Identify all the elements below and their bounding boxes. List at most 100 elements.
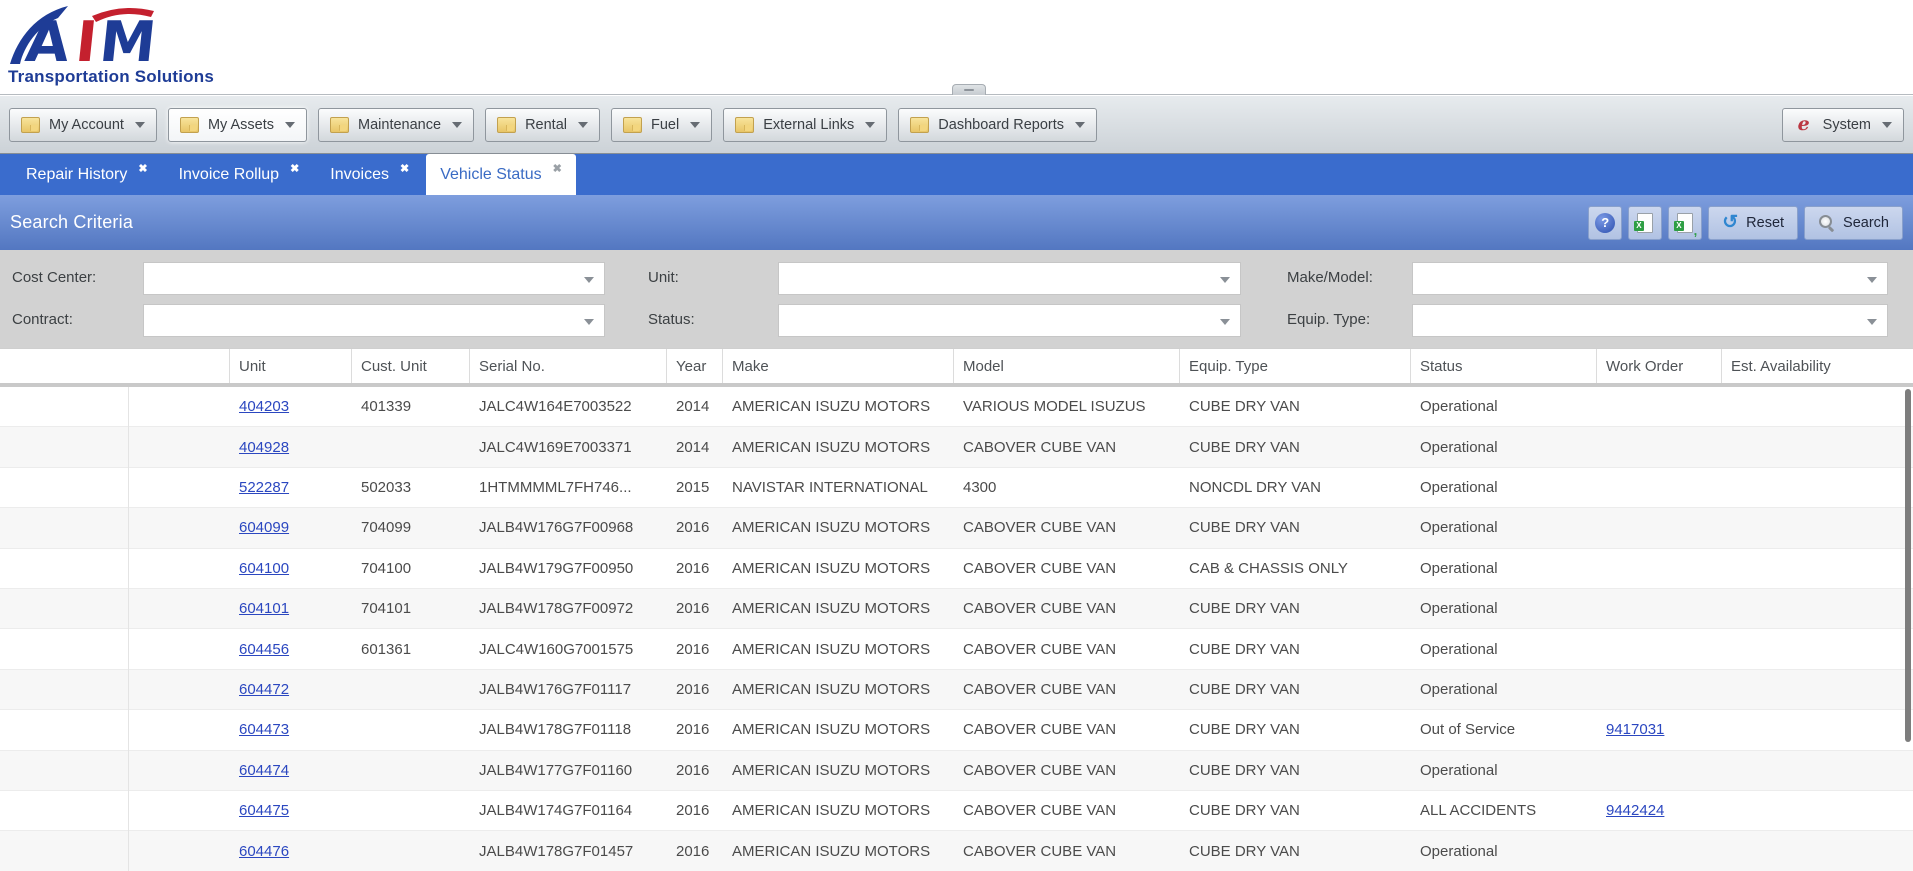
cell-year: 2014	[676, 398, 710, 416]
table-row[interactable]: 604476 JALB4W178G7F01457 2016 AMERICAN ISUZ…	[0, 831, 1913, 871]
close-icon[interactable]	[553, 159, 562, 177]
cell-unit-link[interactable]: 604475	[239, 802, 289, 819]
cell-unit-link[interactable]: 604456	[239, 641, 289, 658]
menu-rental[interactable]: Rental	[485, 107, 600, 142]
chevron-down-icon[interactable]	[1220, 319, 1230, 325]
close-icon[interactable]	[138, 159, 147, 177]
cell-work-order-link[interactable]: 9442424	[1606, 802, 1664, 819]
close-icon[interactable]	[290, 159, 299, 177]
cost-center-input[interactable]	[144, 263, 584, 294]
cell-unit-link[interactable]: 404928	[239, 439, 289, 456]
cell-unit-link[interactable]: 604099	[239, 519, 289, 536]
column-header-serial-no[interactable]: Serial No.	[470, 349, 667, 383]
chevron-down-icon[interactable]	[584, 319, 594, 325]
cell-make: AMERICAN ISUZU MOTORS	[732, 761, 931, 779]
system-icon	[1794, 115, 1814, 134]
cell-unit-link[interactable]: 604474	[239, 762, 289, 779]
export-excel-button[interactable]	[1628, 205, 1663, 240]
column-header-work-order[interactable]: Work Order	[1597, 349, 1722, 383]
results-grid: Unit Cust. Unit Serial No. Year Make Mod…	[0, 348, 1913, 871]
close-icon[interactable]	[400, 159, 409, 177]
cell-equip-type: CUBE DRY VAN	[1189, 802, 1300, 820]
cell-equip-type: CAB & CHASSIS ONLY	[1189, 559, 1348, 577]
table-row[interactable]: 404203 401339 JALC4W164E7003522 2014 AMERICA…	[0, 387, 1913, 428]
table-row[interactable]: 604473 JALB4W178G7F01118 2016 AMERICAN ISUZ…	[0, 710, 1913, 751]
tab-vehicle-status[interactable]: Vehicle Status	[426, 154, 576, 195]
chevron-down-icon[interactable]	[1867, 319, 1877, 325]
column-header-est-availability[interactable]: Est. Availability	[1722, 349, 1913, 383]
contract-combo[interactable]	[143, 304, 605, 337]
cell-model: CABOVER CUBE VAN	[963, 640, 1117, 658]
table-row[interactable]: 522287 502033 1HTMMMML7FH746... 2015 NAVISTA…	[0, 467, 1913, 509]
table-row[interactable]: 604472 JALB4W176G7F01117 2016 AMERICAN ISUZ…	[0, 669, 1913, 711]
cell-model: CABOVER CUBE VAN	[963, 802, 1117, 820]
cell-make: AMERICAN ISUZU MOTORS	[732, 438, 931, 456]
column-header-model[interactable]: Model	[954, 349, 1180, 383]
tab-label: Vehicle Status	[440, 165, 542, 183]
make-model-combo[interactable]	[1412, 262, 1888, 295]
equip-type-combo[interactable]	[1412, 304, 1888, 337]
cell-unit-link[interactable]: 404203	[239, 398, 289, 415]
cell-unit-link[interactable]: 522287	[239, 479, 289, 496]
table-row[interactable]: 604475 JALB4W174G7F01164 2016 AMERICAN ISUZ…	[0, 791, 1913, 832]
cell-work-order-link[interactable]: 9417031	[1606, 721, 1664, 738]
vertical-scrollbar-thumb[interactable]	[1905, 389, 1911, 742]
cell-status: Operational	[1420, 398, 1498, 416]
cell-status: Operational	[1420, 681, 1498, 699]
contract-input[interactable]	[144, 305, 584, 336]
cell-unit-link[interactable]: 604101	[239, 600, 289, 617]
collapse-handle[interactable]	[952, 84, 986, 95]
search-icon	[1818, 214, 1835, 231]
cell-unit-link[interactable]: 604476	[239, 843, 289, 860]
column-header-equip-type[interactable]: Equip. Type	[1180, 349, 1411, 383]
cell-make: AMERICAN ISUZU MOTORS	[732, 640, 931, 658]
unit-combo[interactable]	[778, 262, 1241, 295]
column-header-status[interactable]: Status	[1411, 349, 1597, 383]
cell-equip-type: CUBE DRY VAN	[1189, 438, 1300, 456]
vehicle-status-app: A I M Transportation Solutions My Accoun…	[0, 0, 1913, 871]
status-combo[interactable]	[778, 304, 1241, 337]
table-row[interactable]: 604456 601361 JALC4W160G7001575 2016 AMERICA…	[0, 629, 1913, 670]
search-button[interactable]: Search	[1804, 205, 1903, 240]
menu-system[interactable]: System	[1781, 107, 1904, 142]
table-row[interactable]: 604101 704101 JALB4W178G7F00972 2016 AMERICA…	[0, 589, 1913, 630]
table-row[interactable]: 604100 704100 JALB4W179G7F00950 2016 AMERICA…	[0, 548, 1913, 590]
column-header-year[interactable]: Year	[667, 349, 723, 383]
table-row[interactable]: 604474 JALB4W177G7F01160 2016 AMERICAN ISUZ…	[0, 750, 1913, 792]
cell-serial-no: JALC4W164E7003522	[479, 398, 632, 416]
column-header-unit[interactable]: Unit	[230, 349, 352, 383]
chevron-down-icon[interactable]	[584, 277, 594, 283]
tab-invoices[interactable]: Invoices	[316, 154, 423, 195]
reset-button[interactable]: ↺ Reset	[1708, 205, 1799, 240]
tab-repair-history[interactable]: Repair History	[12, 154, 162, 195]
status-input[interactable]	[779, 305, 1220, 336]
cell-unit-link[interactable]: 604100	[239, 560, 289, 577]
export-excel-csv-button[interactable]	[1668, 205, 1703, 240]
menu-label: Dashboard Reports	[938, 116, 1065, 133]
menu-maintenance[interactable]: Maintenance	[318, 107, 475, 142]
menu-my-assets[interactable]: My Assets	[167, 107, 308, 142]
export-excel-csv-icon	[1674, 212, 1697, 238]
chevron-down-icon[interactable]	[1220, 277, 1230, 283]
cell-unit-link[interactable]: 604472	[239, 681, 289, 698]
equip-type-input[interactable]	[1413, 305, 1867, 336]
tab-invoice-rollup[interactable]: Invoice Rollup	[165, 154, 314, 195]
table-row[interactable]: 604099 704099 JALB4W176G7F00968 2016 AMERICA…	[0, 508, 1913, 549]
menu-external-links[interactable]: External Links	[723, 107, 888, 142]
make-model-input[interactable]	[1413, 263, 1867, 294]
cell-unit-link[interactable]: 604473	[239, 721, 289, 738]
menu-fuel[interactable]: Fuel	[610, 107, 713, 142]
column-header-make[interactable]: Make	[723, 349, 954, 383]
help-button[interactable]	[1588, 205, 1623, 240]
cell-make: NAVISTAR INTERNATIONAL	[732, 479, 928, 497]
cell-unit: 604473	[230, 721, 352, 738]
menu-my-account[interactable]: My Account	[9, 107, 157, 142]
menu-label: My Account	[49, 116, 124, 133]
cell-model: CABOVER CUBE VAN	[963, 519, 1117, 537]
column-header-cust-unit[interactable]: Cust. Unit	[352, 349, 470, 383]
unit-input[interactable]	[779, 263, 1220, 294]
cost-center-combo[interactable]	[143, 262, 605, 295]
menu-dashboard-reports[interactable]: Dashboard Reports	[898, 107, 1098, 142]
chevron-down-icon[interactable]	[1867, 277, 1877, 283]
table-row[interactable]: 404928 JALC4W169E7003371 2014 AMERICAN ISUZ…	[0, 427, 1913, 468]
